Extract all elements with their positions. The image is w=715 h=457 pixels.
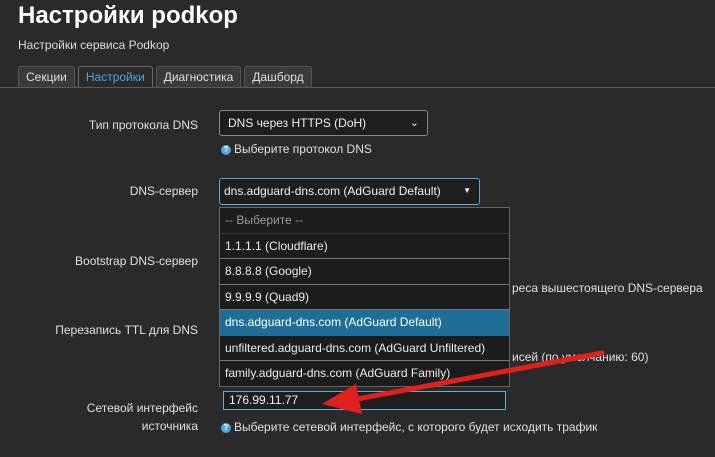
tab-divider — [0, 87, 715, 88]
caret-down-icon: ▼ — [463, 186, 471, 195]
tab-dashboard[interactable]: Дашборд — [244, 66, 312, 87]
dropdown-option[interactable]: 9.9.9.9 (Quad9) — [220, 285, 509, 310]
source-interface-help: ? Выберите сетевой интерфейс, с которого … — [221, 420, 597, 434]
dns-protocol-help: ? Выберите протокол DNS — [221, 142, 372, 156]
question-circle-icon: ? — [221, 422, 231, 433]
source-interface-label: Сетевой интерфейс источника — [86, 401, 198, 433]
chevron-down-icon: ⌄ — [409, 117, 419, 129]
ttl-rewrite-label: Перезапись TTL для DNS — [55, 323, 198, 337]
dropdown-option[interactable]: unfiltered.adguard-dns.com (AdGuard Unfi… — [220, 336, 509, 361]
tab-settings[interactable]: Настройки — [77, 66, 153, 87]
dns-server-dropdown: -- Выберите -- 1.1.1.1 (Cloudflare) 8.8.… — [219, 207, 510, 387]
source-interface-help-text: Выберите сетевой интерфейс, с которого б… — [234, 420, 598, 434]
ttl-rewrite-help: исей (по умолчанию: 60) — [512, 350, 649, 364]
dns-protocol-select[interactable]: DNS через HTTPS (DoH) ⌄ — [219, 110, 428, 136]
bootstrap-dns-label: Bootstrap DNS-сервер — [75, 254, 198, 268]
custom-dns-input[interactable]: 176.99.11.77 — [223, 391, 506, 410]
dns-server-label: DNS-сервер — [129, 184, 198, 198]
dropdown-option[interactable]: 8.8.8.8 (Google) — [220, 259, 509, 285]
dns-protocol-label: Тип протокола DNS — [88, 118, 198, 132]
dropdown-option[interactable]: family.adguard-dns.com (AdGuard Family) — [220, 361, 509, 387]
dns-protocol-help-text: Выберите протокол DNS — [234, 142, 372, 156]
dns-protocol-value: DNS через HTTPS (DoH) — [228, 116, 367, 130]
question-circle-icon: ? — [221, 144, 231, 155]
tab-diagnostics[interactable]: Диагностика — [155, 66, 242, 87]
dns-server-value: dns.adguard-dns.com (AdGuard Default) — [224, 184, 441, 198]
dropdown-option[interactable]: 1.1.1.1 (Cloudflare) — [220, 234, 509, 259]
page-subtitle: Настройки сервиса Podkop — [18, 38, 170, 52]
tab-bar: Секции Настройки Диагностика Дашборд — [18, 66, 315, 87]
dropdown-option[interactable]: -- Выберите -- — [220, 208, 509, 234]
page-title: Настройки podkop — [18, 2, 238, 29]
dns-server-select[interactable]: dns.adguard-dns.com (AdGuard Default) ▼ — [219, 178, 480, 205]
bootstrap-dns-help: реса вышестоящего DNS-сервера — [512, 281, 703, 295]
tab-sections[interactable]: Секции — [18, 66, 75, 87]
dropdown-option-selected[interactable]: dns.adguard-dns.com (AdGuard Default) — [220, 310, 509, 336]
